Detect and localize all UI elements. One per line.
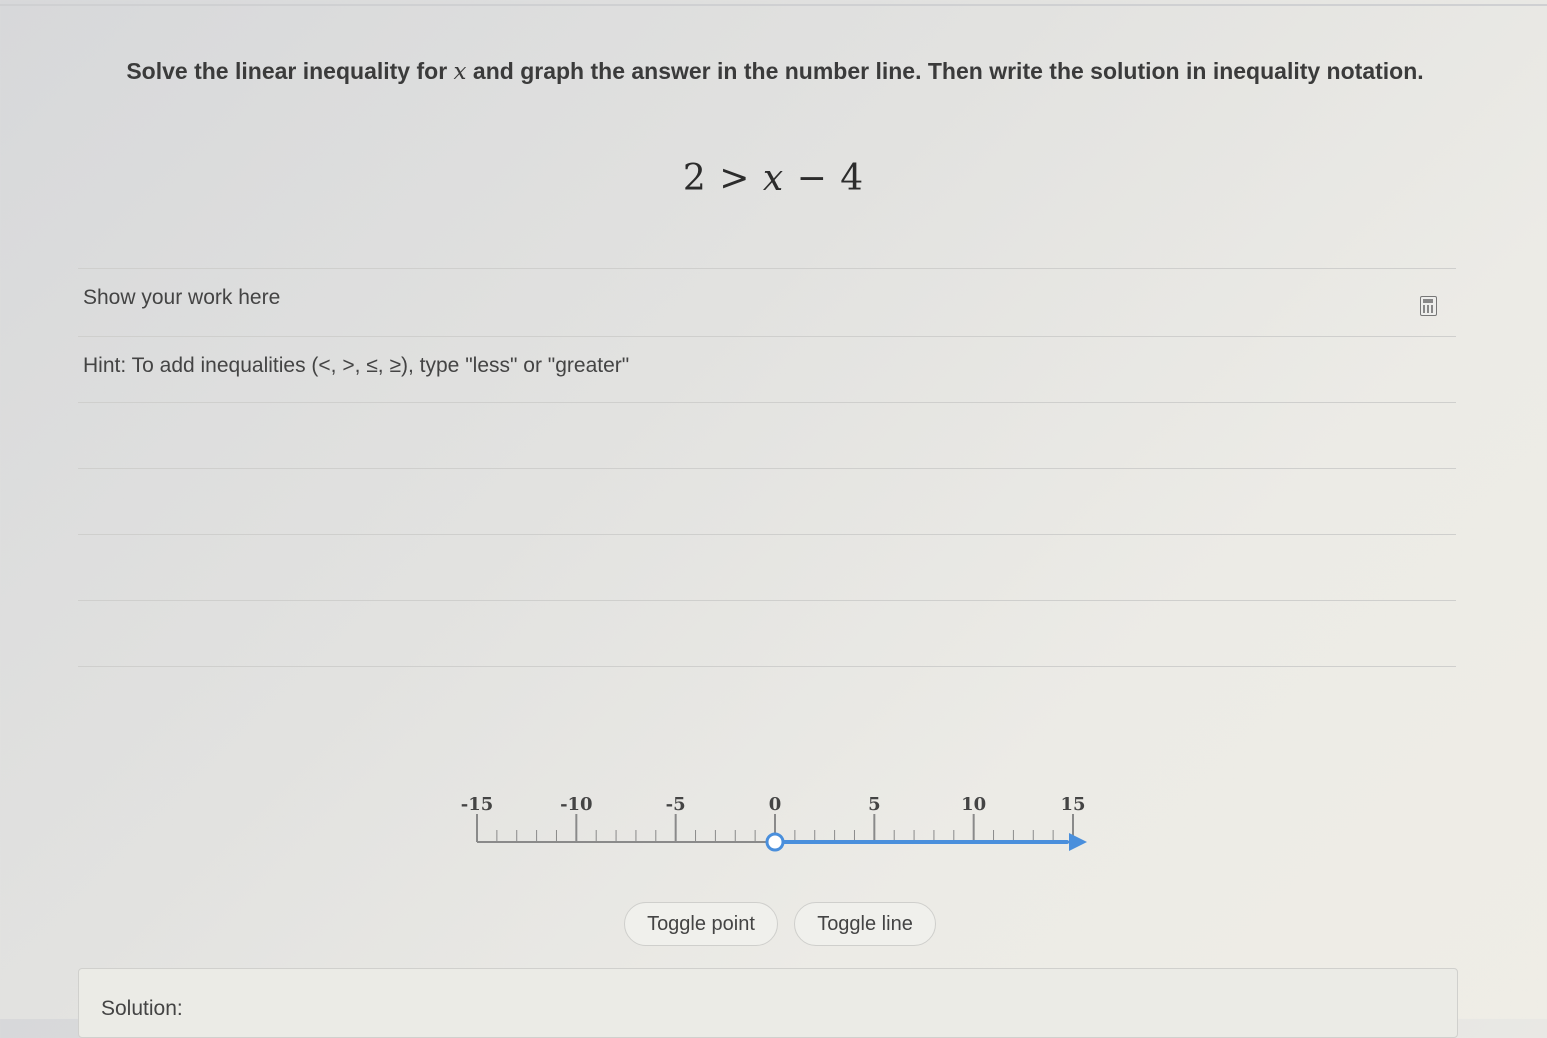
- ruled-line: [78, 666, 1456, 667]
- top-divider: [0, 4, 1547, 6]
- work-area[interactable]: Show your work here Hint: To add inequal…: [78, 268, 1456, 672]
- solution-arrow-head: [1069, 833, 1087, 851]
- solution-input[interactable]: Solution:: [78, 968, 1458, 1038]
- equation-constant: 4: [840, 158, 865, 199]
- toggle-point-button[interactable]: Toggle point: [624, 902, 778, 946]
- ruled-line: [78, 600, 1456, 601]
- equation-operator: >: [719, 158, 751, 199]
- prompt-text-start: Solve the linear inequality for: [126, 58, 454, 84]
- tick-label: 0: [769, 794, 782, 815]
- tick-label: 5: [868, 794, 881, 815]
- tick-label: -5: [666, 794, 686, 815]
- tick-label: -10: [560, 794, 593, 815]
- tick-label: 10: [961, 794, 986, 815]
- ruled-line: [78, 336, 1456, 337]
- calculator-icon[interactable]: [1420, 296, 1437, 316]
- tick-label: -15: [461, 794, 494, 815]
- equation-variable: x: [762, 158, 785, 199]
- equation-minus: −: [796, 158, 828, 199]
- hint-text: Hint: To add inequalities (<, >, ≤, ≥), …: [83, 354, 630, 377]
- open-point[interactable]: [765, 832, 785, 852]
- question-prompt: Solve the linear inequality for x and gr…: [70, 52, 1480, 91]
- prompt-variable: x: [453, 59, 467, 85]
- number-line[interactable]: -15 -10 -5 0 5 10 15: [440, 780, 1120, 870]
- solution-label: Solution:: [101, 997, 183, 1020]
- toggle-line-button[interactable]: Toggle line: [794, 902, 936, 946]
- ruled-line: [78, 468, 1456, 469]
- ruled-line: [78, 268, 1456, 269]
- inequality-equation: 2 > x − 4: [0, 158, 1547, 199]
- ruled-line: [78, 402, 1456, 403]
- work-area-label: Show your work here: [83, 286, 281, 309]
- tick-label: 15: [1060, 794, 1085, 815]
- equation-left: 2: [682, 158, 707, 199]
- number-line-labels: -15 -10 -5 0 5 10 15: [461, 794, 1086, 815]
- prompt-text-end: and graph the answer in the number line.…: [466, 58, 1424, 84]
- ruled-line: [78, 534, 1456, 535]
